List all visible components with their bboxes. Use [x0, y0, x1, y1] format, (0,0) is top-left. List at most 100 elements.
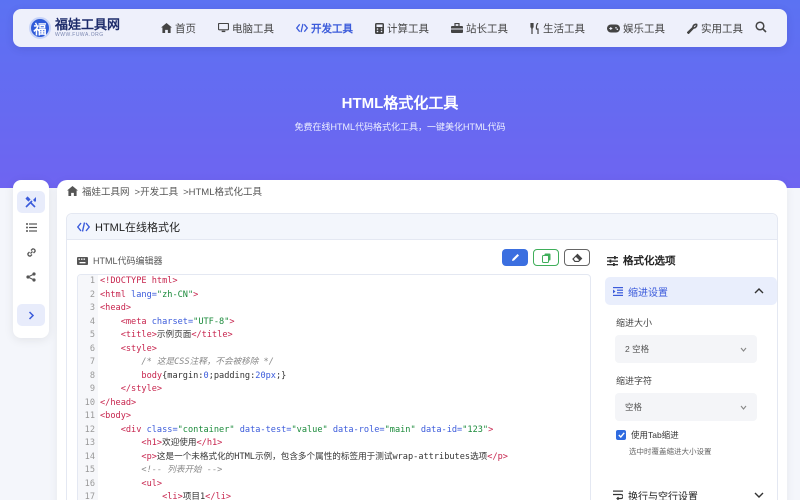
code-token: {margin:	[162, 370, 204, 381]
wrap-section-label: 换行与空行设置	[628, 491, 698, 500]
code-token: <!-- 列表开始 -->	[100, 465, 223, 475]
copy-icon	[541, 253, 550, 263]
side-link-button[interactable]	[17, 241, 45, 263]
code-text: <body>	[98, 410, 131, 424]
code-line: 10 </head>	[78, 396, 590, 410]
code-token: 20px	[255, 370, 276, 381]
code-line: 2 <html lang="zh-CN">	[78, 288, 590, 303]
search-button[interactable]	[755, 21, 767, 36]
use-tab-label: 使用Tab缩进	[631, 430, 679, 440]
code-text: /* 这是CSS注释，不会被移除 */	[98, 356, 274, 370]
breadcrumb-home[interactable]: 福娃工具网	[82, 184, 130, 198]
options-title: 格式化选项	[607, 253, 777, 268]
page-subtitle: 免费在线HTML代码格式化工具，一键美化HTML代码	[294, 122, 506, 132]
line-number: 10	[78, 396, 98, 410]
line-number: 8	[78, 369, 98, 383]
code-line: 13 <h1>欢迎使用</h1>	[78, 437, 590, 451]
toolbox-icon	[451, 23, 463, 33]
code-token: "123"	[462, 424, 489, 435]
line-number: 13	[78, 437, 98, 451]
use-tab-checkbox[interactable]: 使用Tab缩进	[616, 429, 777, 441]
line-number: 6	[78, 342, 98, 356]
monitor-icon	[218, 23, 229, 33]
code-text: <!DOCTYPE html>	[98, 275, 178, 289]
wrap-settings-toggle[interactable]: 换行与空行设置	[605, 483, 777, 500]
logo-subtitle: WWW.FUWA.ORG	[55, 32, 104, 38]
code-text: <p>这是一个未格式化的HTML示例，包含多个属性的标签用于测试wrap-att…	[98, 451, 508, 465]
calculator-icon	[375, 22, 384, 34]
nav-item-label: 生活工具	[543, 22, 585, 35]
line-number: 15	[78, 464, 98, 478]
code-line: 9 </style>	[78, 383, 590, 397]
code-token: ;padding:	[208, 370, 256, 381]
pencil-icon	[511, 254, 519, 261]
site-logo[interactable]: 福 福娃工具网 WWW.FUWA.ORG	[29, 17, 133, 39]
code-line: 11 <body>	[78, 410, 590, 424]
code-token: "main"	[384, 424, 416, 435]
search-icon	[755, 21, 767, 33]
share-icon	[26, 272, 36, 282]
nav-menu: 首页 电脑工具 开发工具 计算工具 站长工具 生活工具 娱乐工具 实用工具	[161, 21, 765, 36]
line-number: 5	[78, 329, 98, 343]
copy-button[interactable]	[533, 249, 559, 266]
nav-item-label: 开发工具	[311, 22, 353, 35]
code-editor[interactable]: 1 <!DOCTYPE html> 2 <html lang="zh-CN"> 3 <…	[77, 274, 591, 500]
nav-item-dev-tools[interactable]: 开发工具	[296, 21, 353, 36]
code-token: class=	[146, 424, 178, 435]
nav-item-life-tools[interactable]: 生活工具	[530, 21, 585, 36]
use-tab-hint: 选中时覆盖缩进大小设置	[629, 447, 712, 456]
code-token: 欢迎使用	[162, 438, 197, 448]
code-icon	[296, 23, 308, 33]
code-line: 7 /* 这是CSS注释，不会被移除 */	[78, 356, 590, 370]
logo-title: 福娃工具网	[55, 17, 121, 32]
line-number: 16	[78, 477, 98, 491]
nav-item-webmaster-tools[interactable]: 站长工具	[451, 21, 508, 36]
home-icon	[67, 186, 78, 196]
code-token: </h1>	[196, 438, 223, 448]
code-line: 1 <!DOCTYPE html>	[78, 275, 590, 289]
code-token: <body>	[100, 411, 132, 421]
wrap-icon	[613, 490, 623, 500]
nav-item-home[interactable]: 首页	[161, 21, 196, 36]
nav-item-fun-tools[interactable]: 娱乐工具	[607, 21, 665, 36]
breadcrumb-category[interactable]: >开发工具	[135, 184, 179, 198]
clear-button[interactable]	[564, 249, 590, 266]
code-token: <html	[100, 289, 132, 300]
code-line: 14 <p>这是一个未格式化的HTML示例，包含多个属性的标签用于测试wrap-…	[78, 450, 590, 465]
code-token: <title>	[100, 330, 157, 340]
nav-item-computer-tools[interactable]: 电脑工具	[218, 21, 274, 36]
home-icon	[161, 23, 172, 33]
code-token: <style>	[100, 343, 157, 354]
link-icon	[26, 247, 36, 257]
code-token: <head>	[100, 303, 132, 313]
nav-item-label: 首页	[175, 22, 196, 35]
chevron-right-icon	[28, 310, 34, 320]
code-token: >	[193, 289, 199, 300]
nav-item-label: 娱乐工具	[623, 22, 665, 35]
top-navbar: 福 福娃工具网 WWW.FUWA.ORG 首页 电脑工具 开发工具 计算工具 站…	[13, 9, 787, 47]
format-button[interactable]	[502, 249, 528, 266]
code-token: </li>	[205, 492, 232, 500]
side-list-button[interactable]	[17, 216, 45, 238]
code-text: <html lang="zh-CN">	[98, 289, 198, 303]
code-token: data-test=	[234, 424, 292, 435]
tools-icon	[25, 196, 36, 208]
indent-size-label: 缩进大小	[616, 318, 653, 328]
side-tools-button[interactable]	[17, 191, 45, 213]
check-icon	[617, 432, 625, 438]
code-token: "UTF-8"	[193, 316, 230, 327]
code-token: </p>	[487, 451, 508, 462]
indent-char-select[interactable]: 空格	[615, 393, 757, 421]
code-token: body	[100, 370, 163, 381]
indent-settings-toggle[interactable]: 缩进设置	[605, 277, 777, 305]
line-number: 11	[78, 410, 98, 424]
side-expand-button[interactable]	[17, 304, 45, 326]
side-share-button[interactable]	[17, 266, 45, 288]
code-token: "value"	[291, 424, 328, 435]
nav-item-calc-tools[interactable]: 计算工具	[375, 21, 429, 36]
code-token: <div	[100, 424, 147, 435]
code-token: </head>	[100, 397, 137, 408]
nav-item-utility-tools[interactable]: 实用工具	[687, 21, 743, 36]
code-token: >	[229, 316, 235, 327]
indent-size-select[interactable]: 2 空格	[615, 335, 757, 363]
